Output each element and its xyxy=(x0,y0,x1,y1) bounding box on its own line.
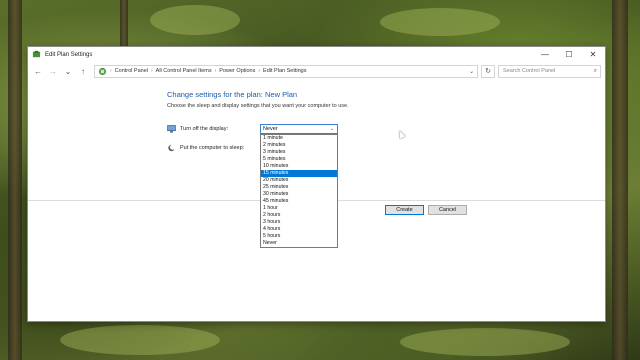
search-icon[interactable]: ⌕ xyxy=(594,68,600,75)
page-title: Change settings for the plan: New Plan xyxy=(167,90,298,99)
option-3-hours[interactable]: 3 hours xyxy=(261,219,337,226)
option-4-hours[interactable]: 4 hours xyxy=(261,226,337,233)
wallpaper-trunk xyxy=(120,0,128,46)
navigation-bar: ← → ⌄ ↑ › Control Panel › All Control Pa… xyxy=(28,62,605,80)
search-input[interactable]: Search Control Panel ⌕ xyxy=(498,64,601,78)
option-10-minutes[interactable]: 10 minutes xyxy=(261,163,337,170)
option-2-hours[interactable]: 2 hours xyxy=(261,212,337,219)
option-5-minutes[interactable]: 5 minutes xyxy=(261,156,337,163)
display-timeout-options: 1 minute 2 minutes 3 minutes 5 minutes 1… xyxy=(260,134,338,248)
breadcrumb-separator: › xyxy=(258,68,261,74)
power-options-icon xyxy=(32,50,41,58)
option-20-minutes[interactable]: 20 minutes xyxy=(261,177,337,184)
option-30-minutes[interactable]: 30 minutes xyxy=(261,191,337,198)
control-panel-icon xyxy=(98,67,107,75)
search-placeholder: Search Control Panel xyxy=(503,68,556,74)
forward-icon[interactable]: → xyxy=(47,65,59,77)
address-bar[interactable]: › Control Panel › All Control Panel Item… xyxy=(94,64,478,78)
option-1-hour[interactable]: 1 hour xyxy=(261,205,337,212)
display-label: Turn off the display: xyxy=(180,126,228,132)
option-2-minutes[interactable]: 2 minutes xyxy=(261,142,337,149)
option-15-minutes[interactable]: 15 minutes xyxy=(261,170,337,177)
option-1-minute[interactable]: 1 minute xyxy=(261,135,337,142)
wallpaper-foliage xyxy=(380,8,500,36)
breadcrumb-edit-plan-settings[interactable]: Edit Plan Settings xyxy=(263,68,306,74)
wallpaper-trunk xyxy=(8,0,22,360)
back-icon[interactable]: ← xyxy=(32,65,44,77)
address-dropdown-icon[interactable]: ⌄ xyxy=(466,68,477,75)
breadcrumb-separator: › xyxy=(214,68,217,74)
option-3-minutes[interactable]: 3 minutes xyxy=(261,149,337,156)
sleep-setting-row: Put the computer to sleep: xyxy=(167,144,244,152)
plan-settings-content: Change settings for the plan: New Plan C… xyxy=(28,80,605,322)
sleep-moon-icon xyxy=(168,144,176,152)
recent-locations-icon[interactable]: ⌄ xyxy=(62,65,74,77)
option-5-hours[interactable]: 5 hours xyxy=(261,233,337,240)
breadcrumb-all-items[interactable]: All Control Panel Items xyxy=(156,68,212,74)
breadcrumb-separator: › xyxy=(110,68,112,74)
page-description: Choose the sleep and display settings th… xyxy=(167,103,349,109)
cancel-button[interactable]: Cancel xyxy=(428,205,467,215)
option-25-minutes[interactable]: 25 minutes xyxy=(261,184,337,191)
breadcrumb-control-panel[interactable]: Control Panel xyxy=(115,68,148,74)
breadcrumb-power-options[interactable]: Power Options xyxy=(219,68,255,74)
create-button[interactable]: Create xyxy=(385,205,424,215)
monitor-icon xyxy=(167,125,176,133)
sleep-label: Put the computer to sleep: xyxy=(180,145,245,151)
wallpaper-foliage xyxy=(60,325,220,355)
window-title: Edit Plan Settings xyxy=(45,51,93,58)
maximize-button[interactable]: ☐ xyxy=(557,47,581,62)
option-never[interactable]: Never xyxy=(261,240,337,247)
wallpaper-trunk xyxy=(612,0,628,360)
display-timeout-value: Never xyxy=(263,126,278,132)
edit-plan-settings-window: Edit Plan Settings — ☐ ✕ ← → ⌄ ↑ › Contr… xyxy=(27,46,606,322)
wallpaper-foliage xyxy=(150,5,240,35)
chevron-down-icon[interactable]: ⌄ xyxy=(330,126,337,132)
display-setting-row: Turn off the display: xyxy=(167,125,228,133)
close-button[interactable]: ✕ xyxy=(581,47,605,62)
display-timeout-select[interactable]: Never ⌄ xyxy=(260,124,338,134)
option-45-minutes[interactable]: 45 minutes xyxy=(261,198,337,205)
up-icon[interactable]: ↑ xyxy=(77,65,89,77)
refresh-icon[interactable]: ↻ xyxy=(481,64,495,78)
wallpaper-foliage xyxy=(400,328,570,356)
minimize-button[interactable]: — xyxy=(533,47,557,62)
breadcrumb-separator: › xyxy=(151,68,153,74)
title-bar[interactable]: Edit Plan Settings — ☐ ✕ xyxy=(28,47,605,62)
